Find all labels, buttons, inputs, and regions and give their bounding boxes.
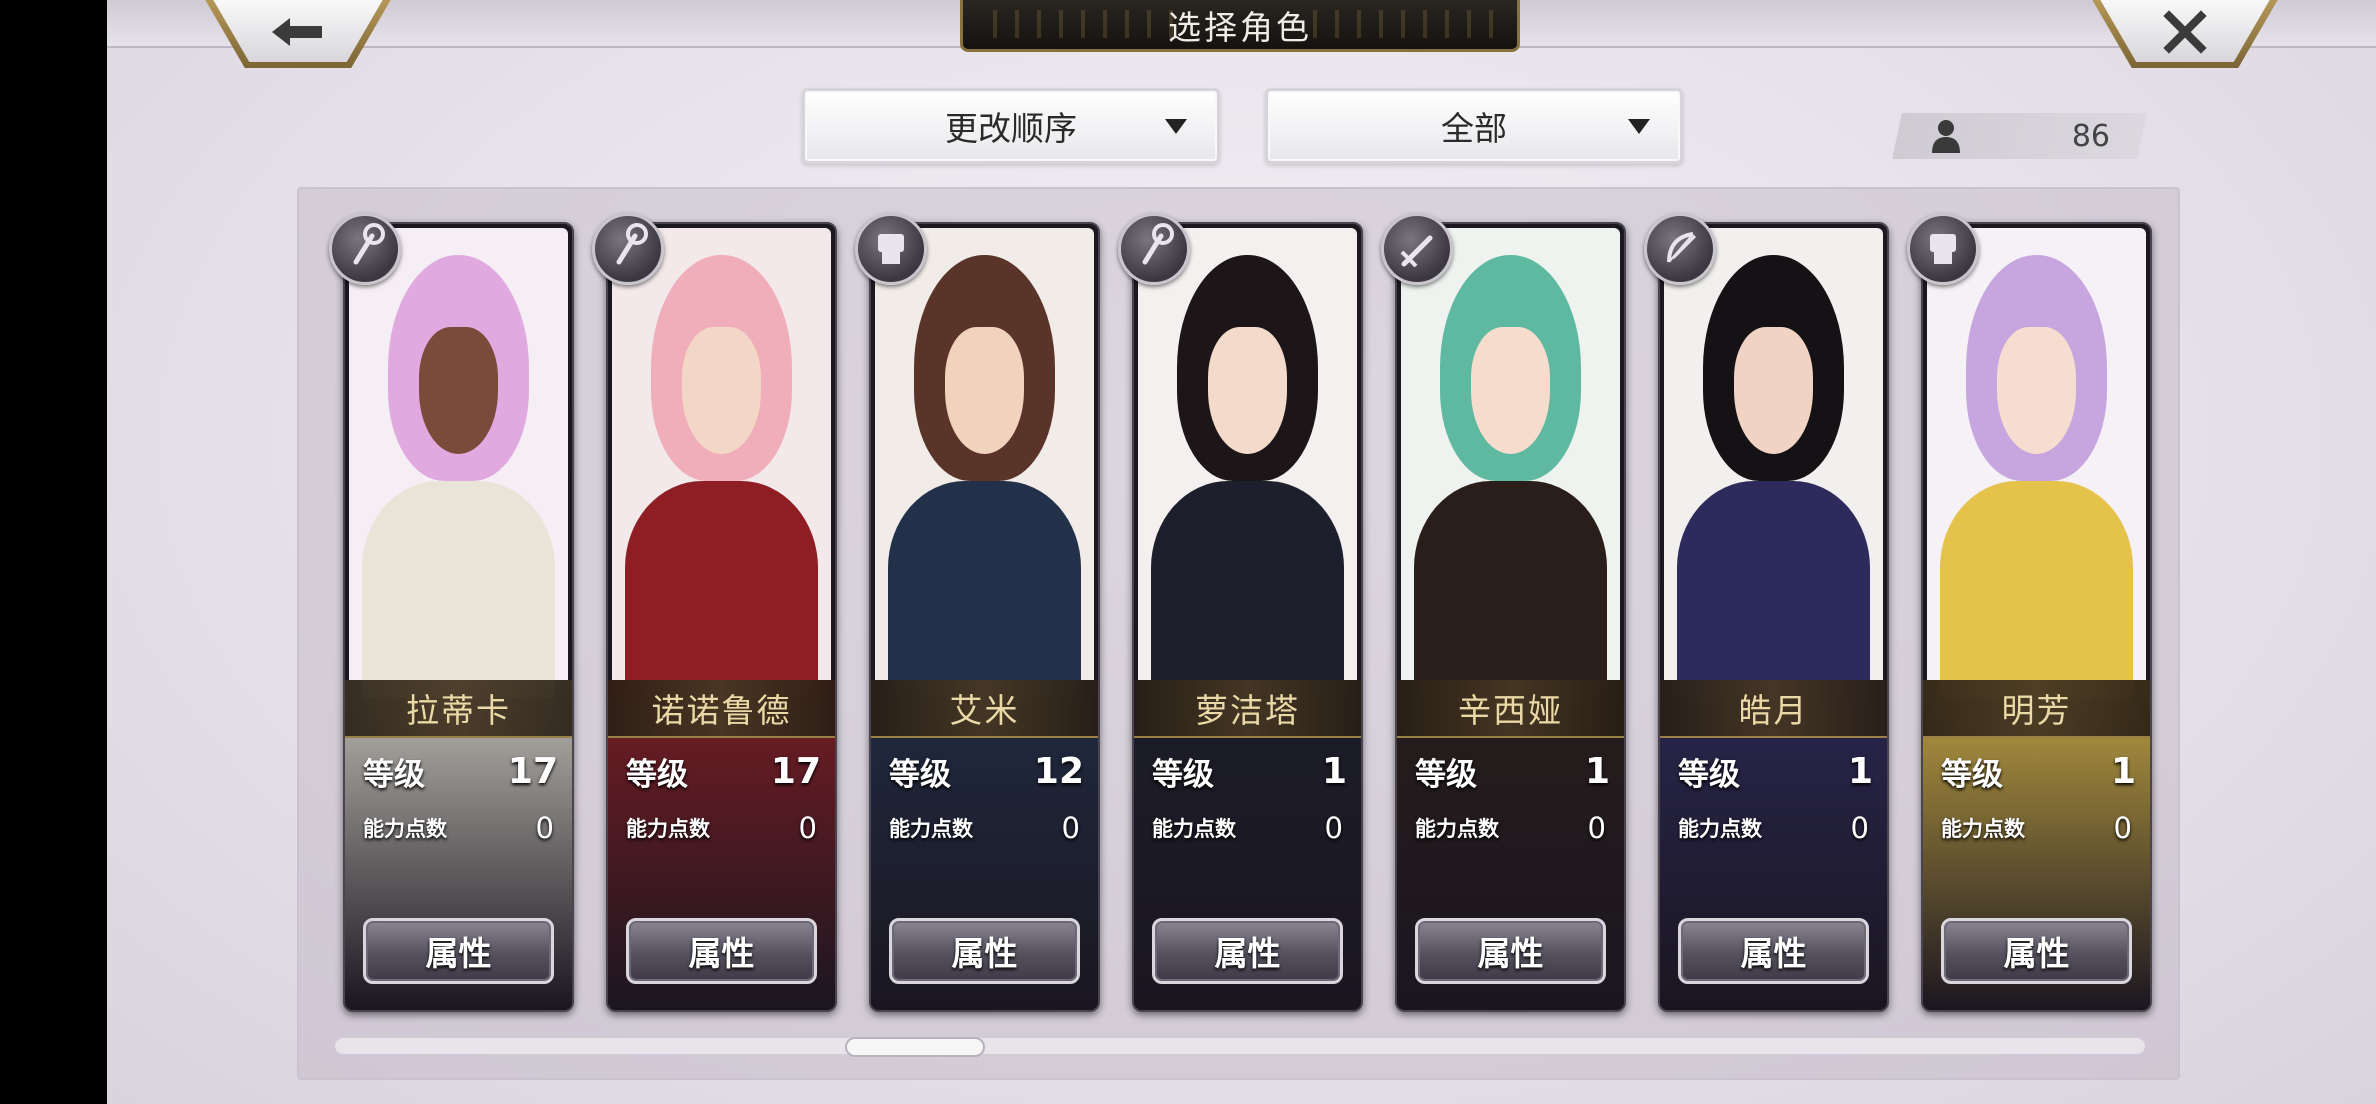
character-card[interactable]: 拉蒂卡等级 17 能力点数 0 属性 <box>343 222 574 1012</box>
character-count: 86 <box>2071 118 2110 154</box>
character-portrait <box>612 228 831 699</box>
ability-points-label: 能力点数 <box>1415 817 1499 841</box>
character-select-screen: 选择角色 更改顺序 全部 86 拉蒂卡等级 17 能力点数 0 属性 诺诺鲁德等级 17 能力… <box>107 0 2376 1104</box>
ability-points-label: 能力点数 <box>1941 817 2025 841</box>
character-name: 皓月 <box>1660 680 1887 738</box>
level-value: 17 <box>507 750 558 792</box>
horizontal-scrollbar-track[interactable] <box>335 1038 2145 1054</box>
character-portrait <box>1138 228 1357 699</box>
sort-order-dropdown[interactable]: 更改顺序 <box>802 88 1220 164</box>
level-label: 等级 <box>1152 756 1214 793</box>
level-value: 17 <box>770 750 821 792</box>
filter-dropdown[interactable]: 全部 <box>1265 88 1683 164</box>
ability-points-label: 能力点数 <box>1678 817 1762 841</box>
character-card[interactable]: 辛西娅等级 1 能力点数 0 属性 <box>1395 222 1626 1012</box>
level-label: 等级 <box>1415 756 1477 793</box>
character-portrait <box>875 228 1094 699</box>
sort-order-label: 更改顺序 <box>945 109 1077 148</box>
level-label: 等级 <box>1941 756 2003 793</box>
level-value: 1 <box>2110 750 2136 792</box>
title-plate: 选择角色 <box>960 0 1520 52</box>
level-label: 等级 <box>1678 756 1740 793</box>
attributes-button[interactable]: 属性 <box>1415 918 1606 984</box>
ability-points-value: 0 <box>535 811 554 845</box>
character-name: 辛西娅 <box>1397 680 1624 738</box>
gauntlet-icon <box>855 213 927 285</box>
ability-points-value: 0 <box>2113 811 2132 845</box>
character-card[interactable]: 明芳等级 1 能力点数 0 属性 <box>1921 222 2152 1012</box>
staff-icon <box>1118 213 1190 285</box>
attributes-button[interactable]: 属性 <box>1152 918 1343 984</box>
level-value: 1 <box>1847 750 1873 792</box>
gauntlet-icon <box>1907 213 1979 285</box>
ability-points-value: 0 <box>798 811 817 845</box>
character-card[interactable]: 皓月等级 1 能力点数 0 属性 <box>1658 222 1889 1012</box>
ability-points-value: 0 <box>1850 811 1869 845</box>
level-label: 等级 <box>889 756 951 793</box>
character-name: 艾米 <box>871 680 1098 738</box>
page-title: 选择角色 <box>1168 7 1312 47</box>
bow-icon <box>1644 213 1716 285</box>
character-portrait <box>1401 228 1620 699</box>
staff-icon <box>329 213 401 285</box>
character-name: 明芳 <box>1923 680 2150 738</box>
ability-points-value: 0 <box>1061 811 1080 845</box>
character-card[interactable]: 艾米等级 12 能力点数 0 属性 <box>869 222 1100 1012</box>
character-card[interactable]: 诺诺鲁德等级 17 能力点数 0 属性 <box>606 222 837 1012</box>
attributes-button[interactable]: 属性 <box>1678 918 1869 984</box>
character-portrait <box>349 228 568 699</box>
back-arrow-icon <box>272 18 322 46</box>
character-portrait <box>1927 228 2146 699</box>
filter-label: 全部 <box>1441 109 1507 148</box>
ability-points-label: 能力点数 <box>626 817 710 841</box>
staff-icon <box>592 213 664 285</box>
level-label: 等级 <box>363 756 425 793</box>
attributes-button[interactable]: 属性 <box>626 918 817 984</box>
character-name: 诺诺鲁德 <box>608 680 835 738</box>
close-icon <box>2163 10 2207 54</box>
character-portrait <box>1664 228 1883 699</box>
ability-points-label: 能力点数 <box>889 817 973 841</box>
sword-icon <box>1381 213 1453 285</box>
ability-points-value: 0 <box>1587 811 1606 845</box>
level-value: 12 <box>1033 750 1084 792</box>
attributes-button[interactable]: 属性 <box>889 918 1080 984</box>
back-button[interactable] <box>203 0 393 68</box>
attributes-button[interactable]: 属性 <box>363 918 554 984</box>
horizontal-scrollbar-thumb[interactable] <box>845 1037 985 1057</box>
level-value: 1 <box>1584 750 1610 792</box>
character-card[interactable]: 萝洁塔等级 1 能力点数 0 属性 <box>1132 222 1363 1012</box>
level-value: 1 <box>1321 750 1347 792</box>
person-icon <box>1932 120 1960 153</box>
attributes-button[interactable]: 属性 <box>1941 918 2132 984</box>
close-button[interactable] <box>2090 0 2280 68</box>
chevron-down-icon <box>1628 119 1650 134</box>
character-name: 拉蒂卡 <box>345 680 572 738</box>
character-name: 萝洁塔 <box>1134 680 1361 738</box>
ability-points-value: 0 <box>1324 811 1343 845</box>
ability-points-label: 能力点数 <box>363 817 447 841</box>
ability-points-label: 能力点数 <box>1152 817 1236 841</box>
level-label: 等级 <box>626 756 688 793</box>
chevron-down-icon <box>1165 119 1187 134</box>
